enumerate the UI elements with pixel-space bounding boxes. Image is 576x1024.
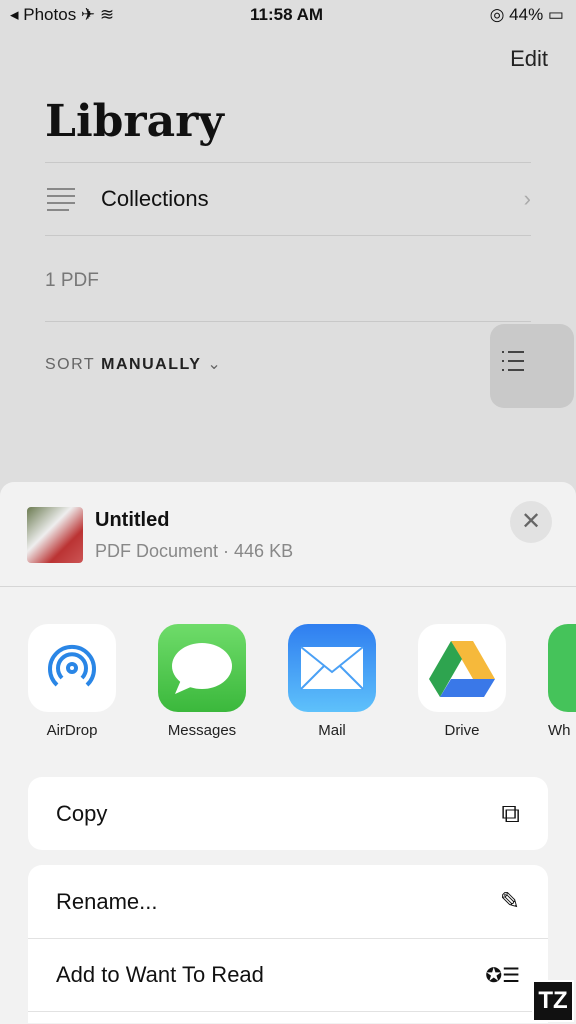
whatsapp-icon [548, 624, 576, 712]
edit-button[interactable]: Edit [510, 46, 548, 72]
file-name: Untitled [95, 509, 170, 531]
share-header: Untitled PDF Document · 446 KB ✕ [0, 482, 576, 587]
list-view-button[interactable] [490, 324, 574, 408]
add-to-want-to-read-action[interactable]: Add to Want To Read ✪☰ [28, 938, 548, 1011]
app-whatsapp[interactable]: Wh [548, 624, 576, 739]
star-list-icon: ✪☰ [485, 964, 520, 987]
copy-group: Copy ⧉ [28, 777, 548, 850]
file-thumbnail [27, 507, 83, 563]
rename-action[interactable]: Rename... ✎ [28, 865, 548, 938]
wifi-icon: ≋ [99, 5, 115, 24]
copy-icon: ⧉ [501, 797, 520, 828]
app-mail[interactable]: Mail [288, 624, 376, 739]
collections-icon [47, 188, 75, 211]
back-to-app[interactable]: ◂ Photos ✈ ≋ [10, 5, 114, 25]
mail-icon [288, 624, 376, 712]
close-icon: ✕ [520, 508, 542, 535]
app-row[interactable]: AirDrop Messages Mail Drive Wh [28, 624, 576, 739]
actions-group: Rename... ✎ Add to Want To Read ✪☰ [28, 865, 548, 1023]
airdrop-icon [28, 624, 116, 712]
watermark-logo: TZ [532, 980, 574, 1022]
page-title: Library [45, 96, 224, 147]
list-icon [502, 351, 524, 371]
pdf-count: 1 PDF [45, 270, 99, 291]
divider [45, 321, 531, 322]
share-sheet: Untitled PDF Document · 446 KB ✕ AirDrop… [0, 482, 576, 1024]
clock: 11:58 AM [250, 5, 324, 24]
divider [45, 235, 531, 236]
app-messages[interactable]: Messages [158, 624, 246, 739]
battery: ◎ 44% ▭ [489, 5, 564, 24]
file-meta: PDF Document · 446 KB [95, 541, 294, 561]
close-button[interactable]: ✕ [510, 501, 552, 543]
app-drive[interactable]: Drive [418, 624, 506, 739]
chevron-right-icon: › [523, 186, 531, 211]
next-action[interactable] [28, 1011, 548, 1023]
status-bar: ◂ Photos ✈ ≋ 11:58 AM ◎ 44% ▭ [0, 0, 576, 30]
messages-icon [158, 624, 246, 712]
collections-row[interactable]: Collections › [45, 163, 531, 235]
sort-menu[interactable]: SORT MANUALLY ⌄ [45, 354, 222, 374]
copy-action[interactable]: Copy ⧉ [28, 777, 548, 850]
app-airdrop[interactable]: AirDrop [28, 624, 116, 739]
chevron-down-icon: ⌄ [207, 356, 223, 373]
google-drive-icon [418, 624, 506, 712]
pencil-icon: ✎ [499, 888, 520, 915]
